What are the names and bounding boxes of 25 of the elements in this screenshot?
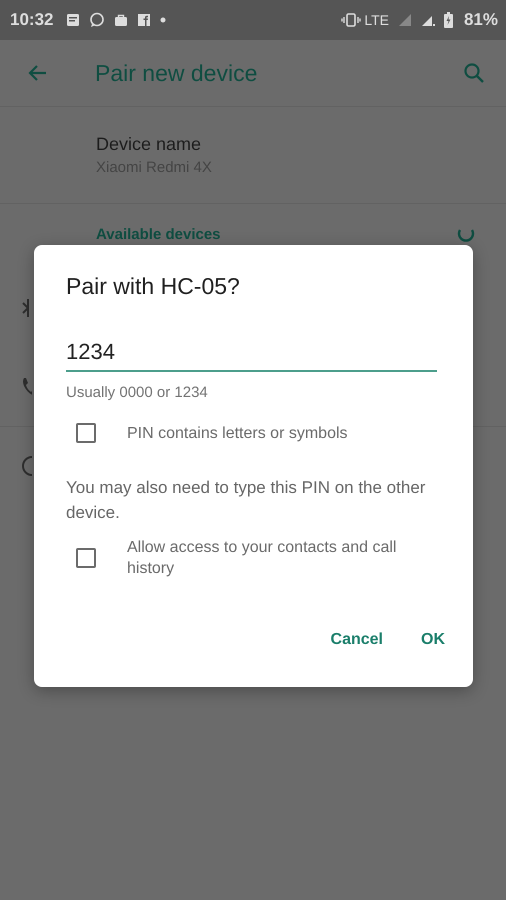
status-time: 10:32 bbox=[10, 10, 54, 30]
dialog-message: You may also need to type this PIN on the other device. bbox=[66, 477, 426, 524]
section-header: Available devices bbox=[96, 226, 222, 242]
dialog-button[interactable]: OK bbox=[409, 621, 457, 659]
checkbox-label: Allow access to your contacts and call history bbox=[127, 538, 398, 579]
checkbox[interactable] bbox=[76, 423, 96, 443]
vibrate-icon bbox=[341, 13, 362, 27]
battery-icon bbox=[444, 12, 453, 28]
signal-icon bbox=[398, 13, 412, 27]
more-notifications-icon bbox=[160, 17, 166, 23]
chat-icon bbox=[89, 12, 106, 28]
checkbox[interactable] bbox=[76, 548, 96, 568]
device-name-label: Device name bbox=[96, 134, 202, 155]
dialog-button[interactable]: Cancel bbox=[318, 621, 395, 659]
network-type: LTE bbox=[364, 12, 389, 28]
facebook-icon bbox=[137, 13, 152, 27]
screen-title: Pair new device bbox=[95, 60, 258, 86]
bag-icon bbox=[114, 13, 128, 27]
pin-field[interactable]: 1234 bbox=[66, 334, 437, 372]
battery-level: 81% bbox=[464, 10, 498, 30]
notification-icon bbox=[66, 13, 80, 27]
phone-icon bbox=[22, 378, 32, 396]
checkbox-label: PIN contains letters or symbols bbox=[127, 424, 348, 444]
dialog-title: Pair with HC-05? bbox=[66, 273, 241, 300]
pin-hint: Usually 0000 or 1234 bbox=[66, 384, 209, 401]
